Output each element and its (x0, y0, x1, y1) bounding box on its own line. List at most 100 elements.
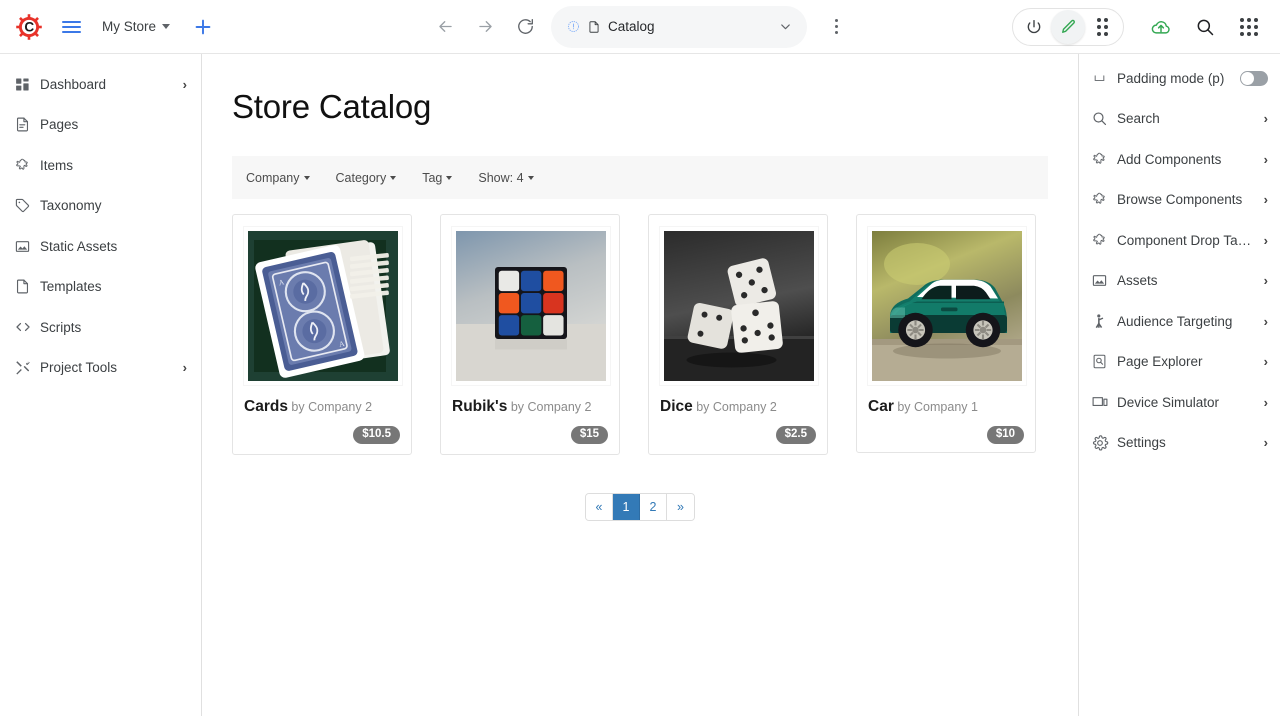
product-grid: A A Cards by Company 2 $10.5 Rubik's by … (202, 199, 1078, 455)
right-panel-item-search[interactable]: Search › (1079, 99, 1280, 140)
cloud-upload-icon[interactable] (1144, 10, 1178, 44)
chevron-right-icon: › (182, 360, 187, 376)
chevron-right-icon: › (1263, 354, 1268, 370)
product-caption: Cards by Company 2 (244, 398, 400, 417)
power-icon[interactable] (1017, 10, 1051, 44)
product-card[interactable]: A A Cards by Company 2 $10.5 (232, 214, 412, 455)
image-icon (14, 238, 40, 255)
arrow-left-icon[interactable] (427, 9, 463, 45)
store-name-label: My Store (102, 19, 157, 34)
hamburger-icon[interactable] (54, 12, 88, 42)
sidebar-item-label: Templates (40, 279, 102, 295)
padding-mode-row[interactable]: Padding mode (p) (1079, 58, 1280, 99)
document-icon (589, 20, 599, 33)
product-card[interactable]: Car by Company 1 $10 (856, 214, 1036, 453)
store-selector[interactable]: My Store (102, 19, 171, 34)
price-badge: $10 (986, 425, 1024, 444)
kebab-menu-icon[interactable] (819, 9, 853, 45)
padding-mode-toggle[interactable] (1240, 70, 1268, 86)
sidebar-item-label: Scripts (40, 319, 82, 335)
right-panel-item-page-explorer[interactable]: Page Explorer › (1079, 342, 1280, 383)
dashboard-icon (14, 76, 40, 93)
edit-pencil-icon[interactable] (1051, 9, 1085, 44)
right-panel-item-label: Page Explorer (1117, 354, 1203, 370)
chevron-right-icon: › (1263, 313, 1268, 329)
tag-icon (14, 197, 40, 214)
chevron-right-icon: › (1263, 232, 1268, 248)
pagination-next[interactable]: » (667, 493, 694, 520)
price-row: $10.5 (244, 425, 400, 444)
sidebar-item-taxonomy[interactable]: Taxonomy (0, 186, 201, 227)
right-panel-item-label: Device Simulator (1117, 394, 1220, 410)
chevron-right-icon: › (1263, 273, 1268, 289)
pagination-page-2[interactable]: 2 (640, 493, 667, 520)
caret-down-icon (303, 175, 310, 180)
padding-icon (1091, 72, 1117, 85)
right-panel-item-device-simulator[interactable]: Device Simulator › (1079, 382, 1280, 423)
product-company: by Company 2 (291, 400, 373, 414)
svg-text:C: C (24, 19, 34, 34)
sidebar-item-label: Static Assets (40, 238, 118, 254)
right-panel-item-label: Settings (1117, 435, 1166, 451)
price-badge: $15 (570, 425, 608, 444)
price-badge: $10.5 (353, 425, 400, 444)
puzzle-piece-icon (1091, 151, 1117, 168)
sidebar-item-label: Dashboard (40, 76, 107, 92)
main-content: Store Catalog Company Category Tag Show:… (202, 54, 1078, 716)
right-panel-item-label: Component Drop Ta… (1117, 232, 1252, 248)
tools-icon (14, 359, 40, 376)
chevron-right-icon: › (182, 76, 187, 92)
sidebar-item-static-assets[interactable]: Static Assets (0, 226, 201, 267)
right-panel-item-browse-components[interactable]: Browse Components › (1079, 180, 1280, 221)
right-panel-item-label: Browse Components (1117, 192, 1243, 208)
price-row: $10 (868, 425, 1024, 444)
filter-tag[interactable]: Tag (422, 171, 453, 185)
body: Dashboard › Pages Items Taxonomy Static … (0, 54, 1280, 716)
product-company: by Company 2 (510, 400, 592, 414)
sidebar-item-items[interactable]: Items (0, 145, 201, 186)
pagination-page-1[interactable]: 1 (613, 493, 640, 520)
reload-icon[interactable] (507, 9, 543, 45)
top-bar: C My Store Catalog (0, 0, 1280, 54)
right-panel-item-component-drop-targets[interactable]: Component Drop Ta… › (1079, 220, 1280, 261)
product-name: Car (868, 398, 894, 415)
filter-company[interactable]: Company (246, 171, 310, 185)
top-bar-right (1012, 7, 1280, 46)
grid-dots-icon[interactable] (1085, 10, 1119, 44)
right-panel-item-audience-targeting[interactable]: Audience Targeting › (1079, 301, 1280, 342)
filter-category[interactable]: Category (336, 171, 397, 185)
search-icon[interactable] (1188, 10, 1222, 44)
filter-show-count[interactable]: Show: 4 (478, 170, 534, 185)
playing-cards-photo: A A (244, 227, 402, 385)
chevron-right-icon: › (1263, 192, 1268, 208)
chevron-right-icon: › (1263, 111, 1268, 127)
right-panel-item-add-components[interactable]: Add Components › (1079, 139, 1280, 180)
app-grid-icon[interactable] (1232, 10, 1266, 44)
right-panel: Padding mode (p) Search › Add Components… (1078, 54, 1280, 716)
filter-label: Show: 4 (478, 170, 524, 185)
product-card[interactable]: Rubik's by Company 2 $15 (440, 214, 620, 455)
sidebar-item-templates[interactable]: Templates (0, 267, 201, 308)
right-panel-item-assets[interactable]: Assets › (1079, 261, 1280, 302)
product-name: Rubik's (452, 398, 508, 415)
plus-icon[interactable] (190, 14, 216, 40)
filter-label: Company (246, 170, 300, 185)
page-title: Store Catalog (232, 88, 432, 125)
pagination-prev[interactable]: « (586, 493, 613, 520)
address-bar[interactable]: Catalog (551, 5, 807, 48)
arrow-right-icon[interactable] (467, 9, 503, 45)
gear-c-logo[interactable]: C (14, 12, 44, 42)
product-name: Dice (660, 398, 693, 415)
right-panel-item-settings[interactable]: Settings › (1079, 423, 1280, 464)
sidebar-item-pages[interactable]: Pages (0, 105, 201, 146)
product-caption: Dice by Company 2 (660, 398, 816, 417)
page-search-icon (1091, 353, 1117, 370)
sidebar-item-dashboard[interactable]: Dashboard › (0, 64, 201, 105)
product-caption: Car by Company 1 (868, 398, 1024, 417)
sidebar-item-scripts[interactable]: Scripts (0, 307, 201, 348)
product-card[interactable]: Dice by Company 2 $2.5 (648, 214, 828, 455)
rubiks-cube-photo (452, 227, 610, 385)
sidebar-item-project-tools[interactable]: Project Tools › (0, 348, 201, 389)
chevron-down-icon (162, 24, 171, 29)
product-name: Cards (244, 398, 288, 415)
